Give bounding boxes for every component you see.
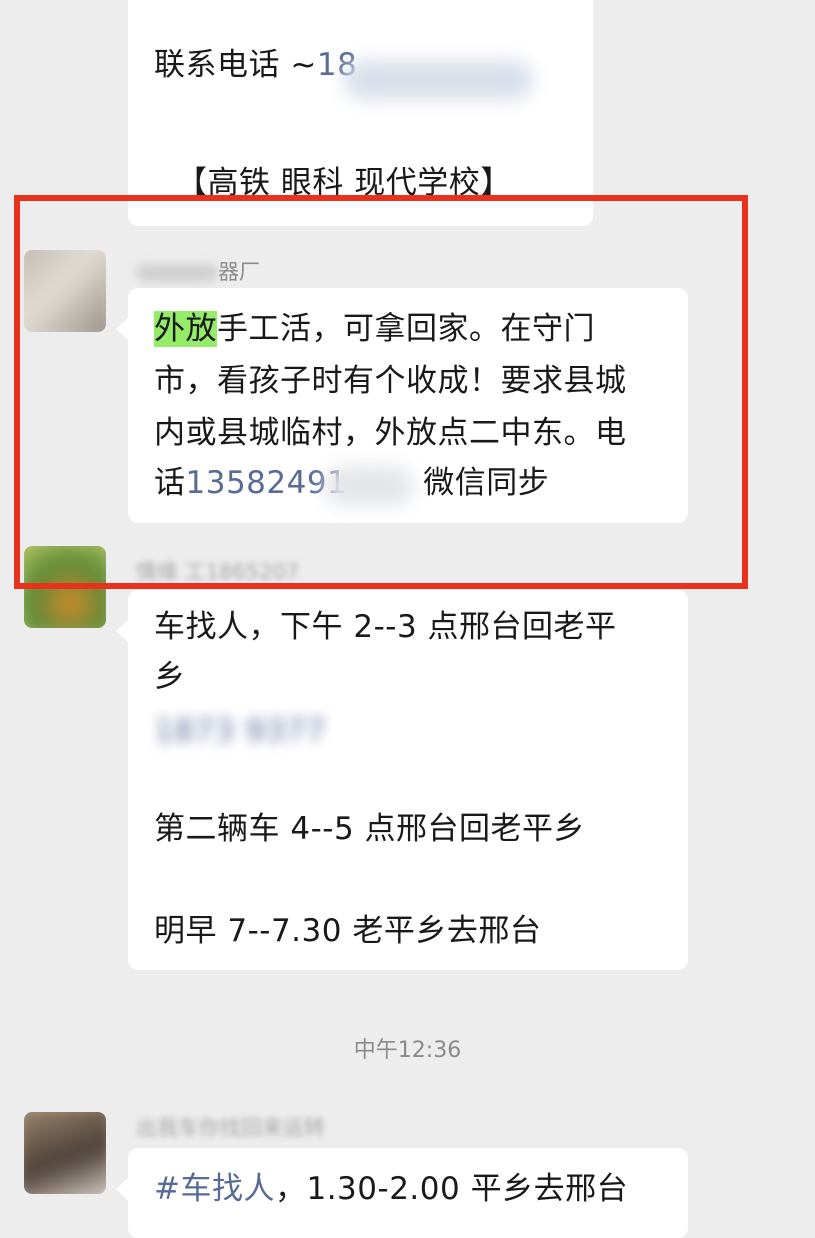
message-bubble-3[interactable]: 车找人，下午 2--3 点邢台回老平 乡 1873 9377 第二辆车 4--5… bbox=[116, 590, 688, 970]
annotation-highlight-box bbox=[14, 195, 748, 589]
message-text-line-4: 明早 7--7.30 老平乡去邢台 bbox=[154, 913, 542, 949]
avatar[interactable] bbox=[24, 1112, 106, 1194]
sender-name: 出我车你找回来运转 bbox=[136, 1116, 325, 1140]
message-text-line-3: 第二辆车 4--5 点邢台回老平乡 bbox=[154, 811, 586, 847]
contact-phone-line: 联系电话 ~18 bbox=[154, 47, 358, 83]
message-text: ，1.30-2.00 平乡去邢台 bbox=[274, 1171, 629, 1207]
message-text-line-2: 乡 bbox=[154, 659, 186, 695]
message-bubble-4[interactable]: #车找人，1.30-2.00 平乡去邢台 bbox=[116, 1148, 688, 1238]
timestamp: 中午12:36 bbox=[353, 1038, 462, 1063]
phone-number[interactable]: 1873 9377 bbox=[154, 706, 326, 756]
message-text-line-1: 车找人，下午 2--3 点邢台回老平 bbox=[154, 609, 617, 645]
message-text-line-1: #车找人，1.30-2.00 平乡去邢台 bbox=[154, 1164, 628, 1214]
hashtag-link[interactable]: #车找人 bbox=[154, 1171, 275, 1207]
redacted-phone-blur bbox=[343, 60, 533, 100]
message-bubble-1[interactable]: 联系电话 ~18 【高铁 眼科 现代学校】 bbox=[128, 0, 593, 226]
